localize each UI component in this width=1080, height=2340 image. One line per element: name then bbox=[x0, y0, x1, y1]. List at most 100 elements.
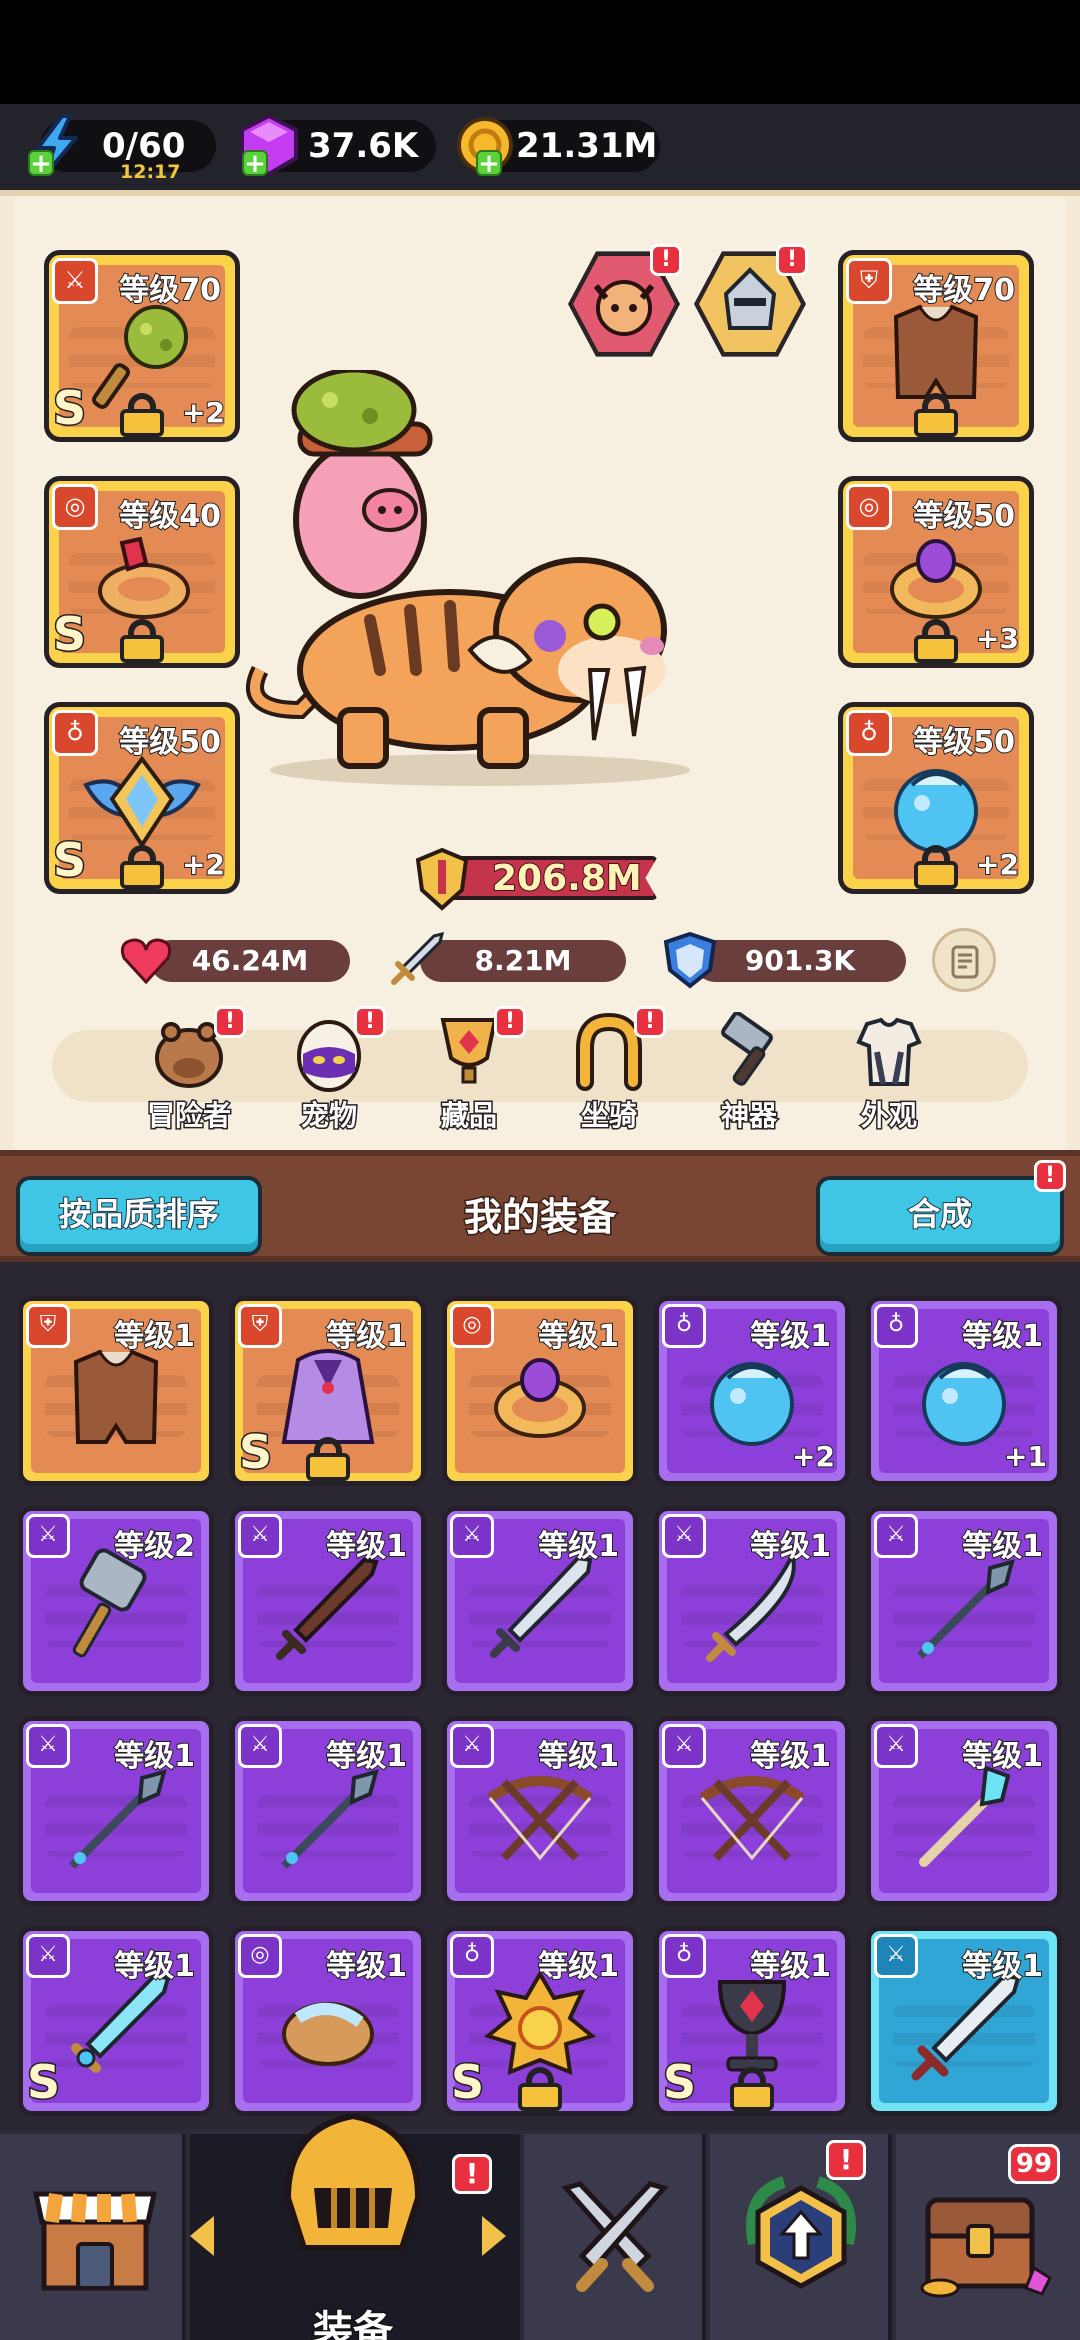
item-type-icon: ⚔ bbox=[450, 1514, 494, 1558]
tab-collection[interactable]: 藏品 ! bbox=[414, 1006, 526, 1136]
inventory-item[interactable]: ⛨ 等级1 S bbox=[230, 1296, 426, 1486]
notification-badge: ! bbox=[1034, 1160, 1066, 1192]
tab-pet[interactable]: 宠物 ! bbox=[274, 1006, 386, 1136]
slot-plus: +2 bbox=[181, 395, 226, 430]
inventory-item[interactable]: ⚔ 等级1 bbox=[866, 1506, 1062, 1696]
inventory-item[interactable]: ⚔ 等级1 bbox=[230, 1716, 426, 1906]
stat-defense-value: 901.3K bbox=[744, 944, 856, 977]
notification-badge: ! bbox=[494, 1006, 526, 1038]
inventory-item[interactable]: ⚔ 等级1 bbox=[18, 1716, 214, 1906]
item-type-icon: ◎ bbox=[238, 1934, 282, 1978]
amethyst-ring-icon bbox=[494, 1358, 586, 1439]
tab-label: 冒险者 bbox=[145, 1098, 232, 1134]
slot-level: 等级50 bbox=[118, 724, 222, 761]
equip-slot-bracelet[interactable]: ◎ 等级50 +3 bbox=[838, 476, 1034, 668]
ring-type-icon: ◎ bbox=[846, 484, 892, 530]
item-level: 等级1 bbox=[537, 1318, 620, 1355]
lock-icon bbox=[306, 1437, 350, 1481]
inventory-item[interactable]: ⚔ 等级1 bbox=[866, 1716, 1062, 1906]
stat-defense: 901.3K bbox=[663, 931, 906, 989]
hammer-icon bbox=[72, 1548, 147, 1658]
energy-timer: 12:17 bbox=[120, 161, 181, 183]
tab-appearance[interactable]: 外观 bbox=[834, 1006, 944, 1136]
hero-character[interactable] bbox=[230, 370, 710, 790]
shop-icon bbox=[32, 2191, 158, 2291]
tab-label: 坐骑 bbox=[579, 1098, 638, 1134]
nav-equipment[interactable]: 装备 ! bbox=[190, 2112, 520, 2340]
add-coin-icon[interactable]: + bbox=[476, 150, 502, 177]
item-type-icon: ◎ bbox=[450, 1304, 494, 1348]
equip-slot-armor[interactable]: ⛨ 等级70 bbox=[838, 250, 1034, 442]
energy-counter[interactable]: + 0/60 12:17 bbox=[28, 114, 216, 182]
item-type-icon: ♁ bbox=[450, 1934, 494, 1978]
equip-slot-weapon[interactable]: ⚔ 等级70 +2 S bbox=[44, 250, 240, 442]
slot-plus: +2 bbox=[975, 847, 1020, 882]
inventory-item[interactable]: ♁ 等级1 +2 bbox=[654, 1296, 850, 1486]
inventory-item[interactable]: ♁ 等级1 S bbox=[442, 1926, 638, 2116]
stats-detail-button[interactable] bbox=[932, 928, 996, 992]
nav-upgrade[interactable]: ! bbox=[710, 2134, 892, 2340]
slot-level: 等级50 bbox=[912, 724, 1016, 761]
coin-counter[interactable]: + 21.31M bbox=[457, 117, 660, 177]
inventory-item[interactable]: ♁ 等级1 S bbox=[654, 1926, 850, 2116]
nav-chest[interactable]: 99 bbox=[896, 2134, 1080, 2340]
notification-badge: ! bbox=[452, 2154, 492, 2194]
inventory-item[interactable]: ⚔ 等级1 bbox=[654, 1506, 850, 1696]
notification-badge: ! bbox=[214, 1006, 246, 1038]
item-type-icon: ⚔ bbox=[874, 1934, 918, 1978]
item-type-icon: ⚔ bbox=[26, 1934, 70, 1978]
inventory-item[interactable]: ⚔ 等级2 bbox=[18, 1506, 214, 1696]
item-level: 等级1 bbox=[749, 1738, 832, 1775]
item-level: 等级1 bbox=[961, 1738, 1044, 1775]
hero-avatar-demon[interactable]: ! bbox=[568, 244, 682, 360]
nav-left-arrow-icon[interactable] bbox=[190, 2216, 214, 2256]
inventory-item[interactable]: ♁ 等级1 +1 bbox=[866, 1296, 1062, 1486]
item-plus: +2 bbox=[791, 1439, 836, 1474]
nav-right-arrow-icon[interactable] bbox=[482, 2216, 506, 2256]
item-type-icon: ♁ bbox=[662, 1304, 706, 1348]
nav-shop[interactable] bbox=[0, 2134, 186, 2340]
sword-icon bbox=[391, 931, 445, 985]
tab-adventurer[interactable]: 冒险者 ! bbox=[134, 1006, 246, 1136]
item-level: 等级1 bbox=[749, 1528, 832, 1565]
equip-slot-amulet[interactable]: ♁ 等级50 +2 S bbox=[44, 702, 240, 894]
inventory-item[interactable]: ⚔ 等级1 bbox=[442, 1506, 638, 1696]
item-level: 等级2 bbox=[113, 1528, 196, 1565]
item-level: 等级1 bbox=[113, 1738, 196, 1775]
sort-by-quality-button[interactable]: 按品质排序 bbox=[16, 1176, 262, 1256]
notification-badge: ! bbox=[650, 244, 682, 276]
inventory-item[interactable]: ⚔ 等级1 bbox=[230, 1506, 426, 1696]
gem-counter[interactable]: + 37.6K bbox=[240, 114, 436, 177]
spear-icon bbox=[281, 1769, 379, 1870]
inventory-item[interactable]: ⚔ 等级1 S bbox=[18, 1926, 214, 2116]
sort-button-label: 按品质排序 bbox=[58, 1194, 220, 1234]
item-level: 等级1 bbox=[325, 1738, 408, 1775]
tab-mount[interactable]: 坐骑 ! bbox=[554, 1006, 666, 1136]
crossed-swords-icon bbox=[561, 2181, 669, 2292]
item-level: 等级1 bbox=[537, 1738, 620, 1775]
item-type-icon: ⚔ bbox=[26, 1514, 70, 1558]
merge-button[interactable]: 合成 bbox=[816, 1176, 1064, 1256]
equip-slot-orb[interactable]: ♁ 等级50 +2 bbox=[838, 702, 1034, 894]
bottom-navigation: 装备 ! ! 99 bbox=[0, 2112, 1080, 2340]
nav-battle[interactable] bbox=[524, 2134, 706, 2340]
add-energy-icon[interactable]: + bbox=[28, 150, 54, 177]
item-rank: S bbox=[237, 1424, 273, 1481]
gem-value: 37.6K bbox=[308, 126, 419, 166]
inventory-item[interactable]: ⛨ 等级1 bbox=[18, 1296, 214, 1486]
slot-rank: S bbox=[51, 832, 87, 889]
inventory-item[interactable]: ⚔ 等级1 bbox=[654, 1716, 850, 1906]
add-gem-icon[interactable]: + bbox=[242, 150, 268, 177]
slot-level: 等级40 bbox=[118, 498, 222, 535]
broadsword-icon bbox=[911, 1974, 1021, 2081]
inventory-item[interactable]: ◎ 等级1 bbox=[230, 1926, 426, 2116]
tab-artifact[interactable]: 神器 bbox=[694, 1006, 804, 1136]
inventory-item[interactable]: ⚔ 等级1 bbox=[442, 1716, 638, 1906]
hero-avatar-knight[interactable]: ! bbox=[694, 244, 808, 360]
item-rank: S bbox=[661, 2054, 697, 2111]
crossbow-icon bbox=[487, 1776, 593, 1861]
inventory-item[interactable]: ◎ 等级1 bbox=[442, 1296, 638, 1486]
inventory-item[interactable]: ⚔ 等级1 bbox=[866, 1926, 1062, 2116]
equip-slot-ring[interactable]: ◎ 等级40 S bbox=[44, 476, 240, 668]
power-shield-icon bbox=[415, 847, 469, 911]
